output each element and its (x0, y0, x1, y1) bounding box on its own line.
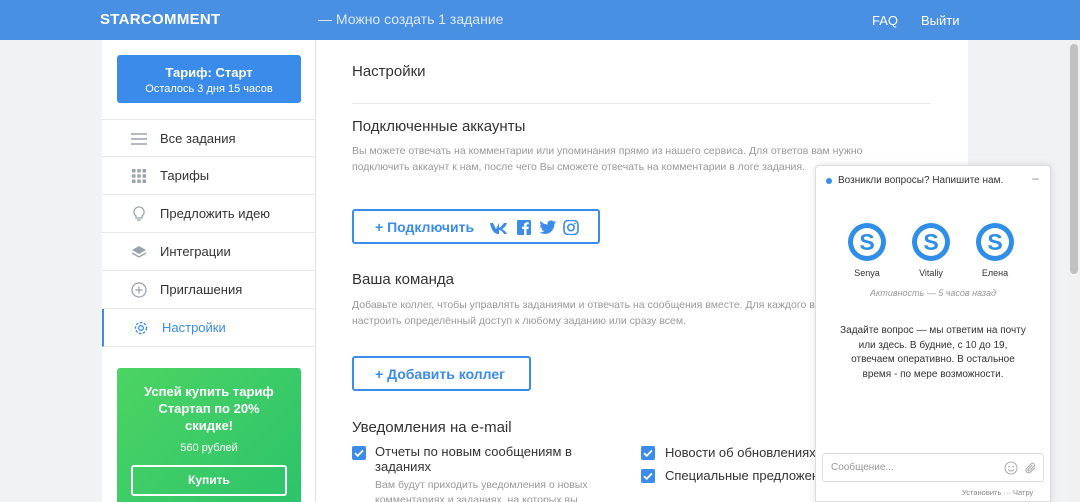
minimize-button[interactable]: – (1032, 171, 1039, 185)
sidebar-item-invitations[interactable]: Приглашения (102, 271, 316, 309)
chat-intro-text: Задайте вопрос — мы ответим на почту или… (840, 325, 1026, 380)
smile-icon[interactable] (1004, 461, 1018, 475)
list-icon (131, 133, 147, 145)
add-colleagues-label: + Добавить коллег (375, 366, 506, 382)
top-bar: STARCOMMENT — Можно создать 1 задание FA… (0, 0, 1080, 40)
skype-icon: S (912, 223, 950, 261)
agent-name: Елена (981, 268, 1009, 278)
chat-widget: Возникли вопросы? Напишите нам. – S Seny… (815, 165, 1051, 502)
special-offers-checkbox[interactable] (641, 469, 655, 483)
sidebar-item-label: Предложить идею (160, 206, 271, 221)
scrollbar-thumb[interactable] (1070, 44, 1078, 274)
notifications-title: Уведомления на e-mail (352, 419, 512, 436)
svg-text:S: S (859, 229, 874, 255)
plus-circle-icon (131, 282, 147, 298)
reports-label: Отчеты по новым сообщениям в заданиях (375, 444, 572, 474)
team-title: Ваша команда (352, 271, 454, 288)
lightbulb-icon (133, 206, 145, 221)
agent-name: Senya (854, 268, 880, 278)
connect-button-label: + Подключить (375, 219, 475, 235)
faq-link[interactable]: FAQ (872, 13, 898, 28)
check-icon (643, 472, 653, 481)
svg-text:S: S (987, 229, 1002, 255)
sidebar-item-suggest-idea[interactable]: Предложить идею (102, 195, 316, 233)
buy-button[interactable]: Купить (131, 465, 287, 496)
chat-input-placeholder: Сообщение... (831, 462, 894, 473)
sidebar: Тариф: Старт Осталось 3 дня 15 часов Все… (102, 40, 316, 502)
promo-price: 560 рублей (180, 442, 238, 454)
sidebar-item-tariffs[interactable]: Тарифы (102, 157, 316, 195)
twitter-icon (539, 220, 556, 234)
gear-icon (134, 321, 148, 335)
check-icon (354, 449, 364, 458)
sidebar-item-all-tasks[interactable]: Все задания (102, 119, 316, 157)
agent-name: Vitaliy (919, 268, 943, 278)
reports-description: Вам будут приходить уведомления о новых … (375, 479, 588, 502)
add-colleagues-button[interactable]: + Добавить коллег (352, 356, 531, 391)
chat-footer[interactable]: Установить ··· Чатру (962, 488, 1033, 497)
logo[interactable]: STARCOMMENT (100, 11, 221, 28)
news-label: Новости об обновлениях (665, 445, 816, 460)
plan-button[interactable]: Тариф: Старт Осталось 3 дня 15 часов (117, 55, 301, 103)
skype-icon: S (848, 223, 886, 261)
sidebar-item-settings[interactable]: Настройки (102, 309, 316, 347)
connect-account-button[interactable]: + Подключить (352, 209, 600, 244)
news-checkbox[interactable] (641, 446, 655, 460)
chat-activity: Активность — 5 часов назад (870, 288, 996, 298)
svg-text:S: S (923, 229, 938, 255)
agent-vitaliy: S Vitaliy (906, 222, 956, 278)
facebook-icon (517, 220, 531, 235)
reports-checkbox[interactable] (352, 446, 366, 460)
plan-title: Тариф: Старт (165, 65, 253, 80)
task-limit-note: — Можно создать 1 задание (318, 11, 504, 27)
sidebar-item-integrations[interactable]: Интеграции (102, 233, 316, 271)
plan-remaining: Осталось 3 дня 15 часов (145, 83, 273, 95)
divider (352, 103, 930, 104)
check-icon (643, 449, 653, 458)
sidebar-item-label: Приглашения (160, 282, 243, 297)
paperclip-icon[interactable] (1024, 461, 1038, 475)
grid-icon (132, 169, 146, 183)
sidebar-nav: Все задания Тарифы Предложить идею Интег… (102, 119, 316, 347)
accounts-title: Подключенные аккаунты (352, 118, 526, 135)
page-title: Настройки (352, 63, 426, 80)
online-indicator (826, 178, 832, 184)
promo-banner: Успей купить тариф Стартап по 20% скидке… (117, 368, 301, 502)
sidebar-item-label: Тарифы (160, 168, 210, 183)
skype-icon: S (976, 223, 1014, 261)
agent-senya: S Senya (842, 222, 892, 278)
promo-title: Успей купить тариф Стартап по 20% скидке… (144, 384, 274, 433)
special-offers-label: Специальные предложения (665, 468, 834, 483)
logout-link[interactable]: Выйти (921, 13, 960, 28)
agent-elena: S Елена (970, 222, 1020, 278)
sidebar-item-label: Интеграции (160, 244, 231, 259)
chat-header: Возникли вопросы? Напишите нам. (838, 175, 1004, 186)
instagram-icon (563, 220, 579, 235)
layers-icon (131, 246, 147, 258)
chat-message-input[interactable]: Сообщение... (822, 453, 1044, 482)
vk-icon (490, 223, 507, 234)
sidebar-item-label: Все задания (160, 131, 236, 146)
sidebar-item-label: Настройки (162, 320, 226, 335)
